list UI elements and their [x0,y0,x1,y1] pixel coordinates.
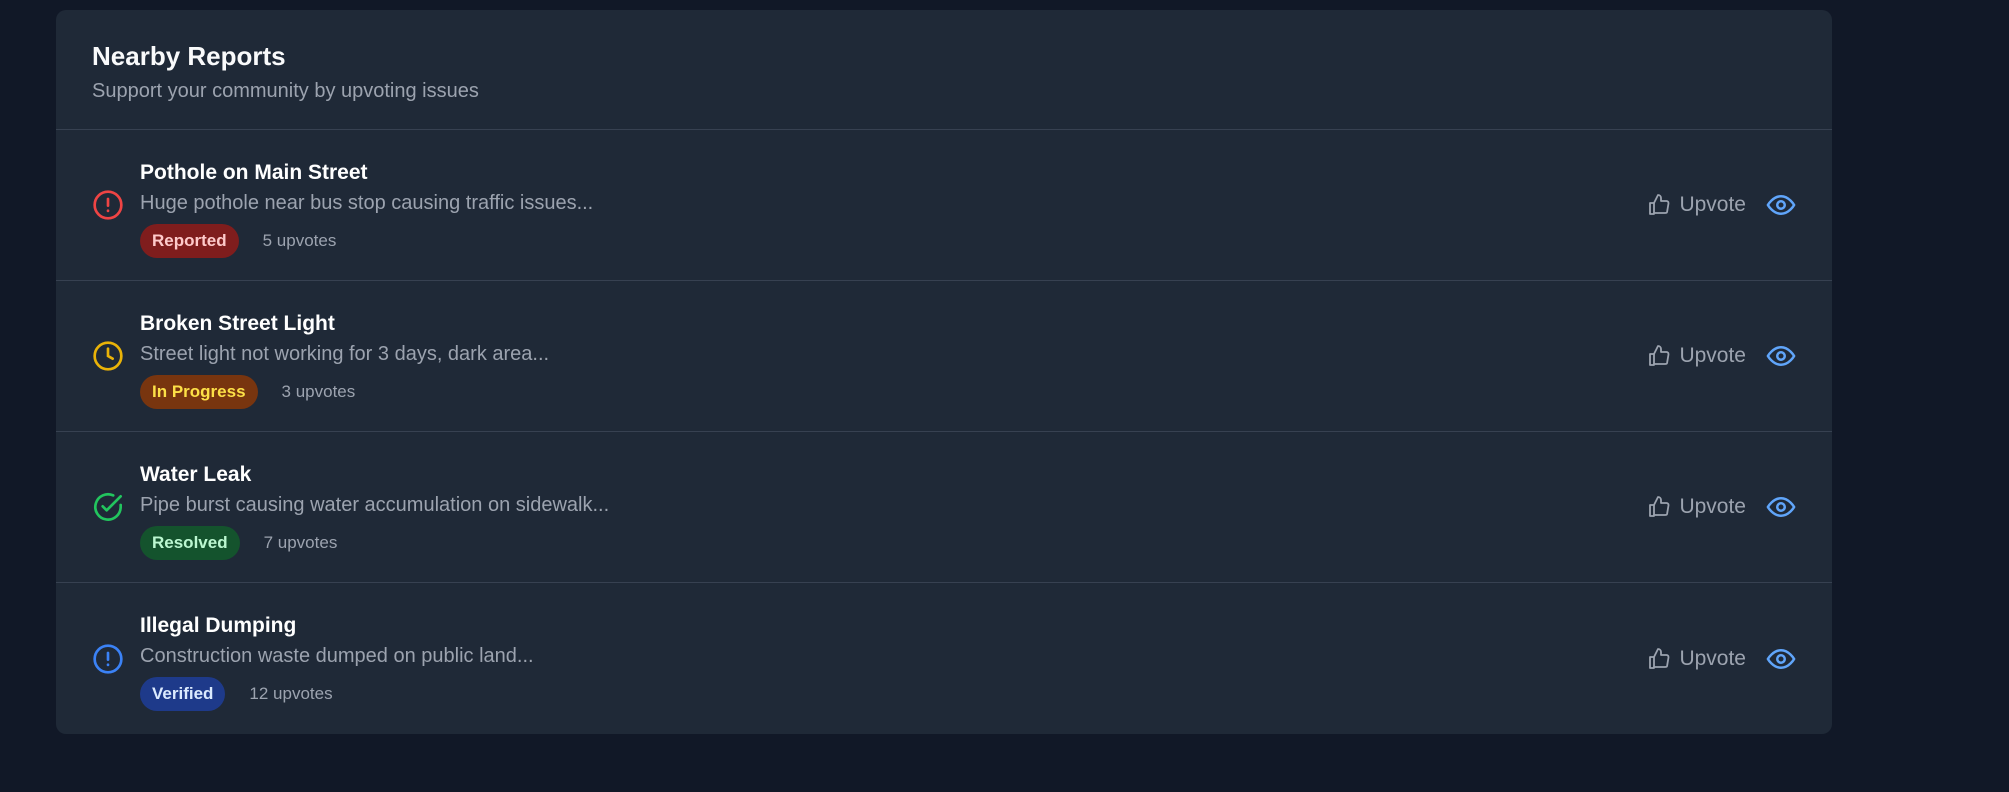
report-actions: Upvote [1647,339,1796,373]
eye-icon [1766,195,1796,215]
upvote-label: Upvote [1679,495,1746,518]
report-description: Huge pothole near bus stop causing traff… [140,192,594,214]
report-meta: Verified 12 upvotes [140,677,534,711]
report-actions: Upvote [1647,490,1796,524]
report-actions: Upvote [1647,188,1796,222]
report-item: Illegal Dumping Construction waste dumpe… [56,583,1832,734]
panel-title: Nearby Reports [92,41,286,71]
report-content: Water Leak Pipe burst causing water accu… [140,462,609,560]
panel-subtitle: Support your community by upvoting issue… [92,80,479,102]
info-circle-icon [92,643,124,675]
report-description: Construction waste dumped on public land… [140,645,534,667]
report-title: Broken Street Light [140,312,335,335]
status-badge: In Progress [140,375,258,409]
upvote-count: 5 upvotes [262,231,337,250]
view-button[interactable] [1766,492,1796,522]
upvote-count: 3 upvotes [281,382,356,401]
upvote-label: Upvote [1679,344,1746,367]
report-content: Pothole on Main Street Huge pothole near… [140,160,593,258]
thumbs-up-icon [1649,345,1670,366]
report-title: Pothole on Main Street [140,161,368,184]
upvote-label: Upvote [1679,646,1746,670]
upvote-button[interactable]: Upvote [1647,647,1746,671]
report-description: Pipe burst causing water accumulation on… [140,494,610,516]
upvote-count: 7 upvotes [263,533,338,552]
alert-circle-icon [92,189,124,221]
report-title: Illegal Dumping [140,614,297,637]
upvote-count: 12 upvotes [249,684,333,703]
report-item: Broken Street Light Street light not wor… [56,281,1832,432]
report-item: Pothole on Main Street Huge pothole near… [56,130,1832,281]
thumbs-up-icon [1649,647,1670,669]
check-circle-icon [92,491,124,523]
thumbs-up-icon [1649,194,1670,215]
clock-icon [92,340,124,372]
status-badge: Resolved [140,526,240,560]
nearby-reports-panel: Nearby Reports Support your community by… [56,10,1832,734]
report-description: Street light not working for 3 days, dar… [140,343,550,365]
report-meta: Resolved 7 upvotes [140,526,609,560]
status-badge: Reported [140,224,239,258]
upvote-button[interactable]: Upvote [1647,193,1746,217]
report-meta: In Progress 3 upvotes [140,375,549,409]
report-content: Illegal Dumping Construction waste dumpe… [140,613,534,711]
view-button[interactable] [1766,341,1796,371]
eye-icon [1766,346,1796,366]
upvote-button[interactable]: Upvote [1647,495,1746,519]
report-item: Water Leak Pipe burst causing water accu… [56,432,1832,583]
upvote-button[interactable]: Upvote [1647,344,1746,368]
view-button[interactable] [1766,644,1796,674]
eye-icon [1766,497,1796,517]
report-content: Broken Street Light Street light not wor… [140,311,549,409]
status-badge: Verified [140,677,226,711]
report-actions: Upvote [1647,642,1796,676]
upvote-label: Upvote [1679,193,1746,216]
thumbs-up-icon [1649,496,1670,517]
panel-header: Nearby Reports Support your community by… [56,10,1832,130]
eye-icon [1766,648,1796,669]
report-meta: Reported 5 upvotes [140,224,593,258]
view-button[interactable] [1766,190,1796,220]
report-title: Water Leak [140,463,252,486]
